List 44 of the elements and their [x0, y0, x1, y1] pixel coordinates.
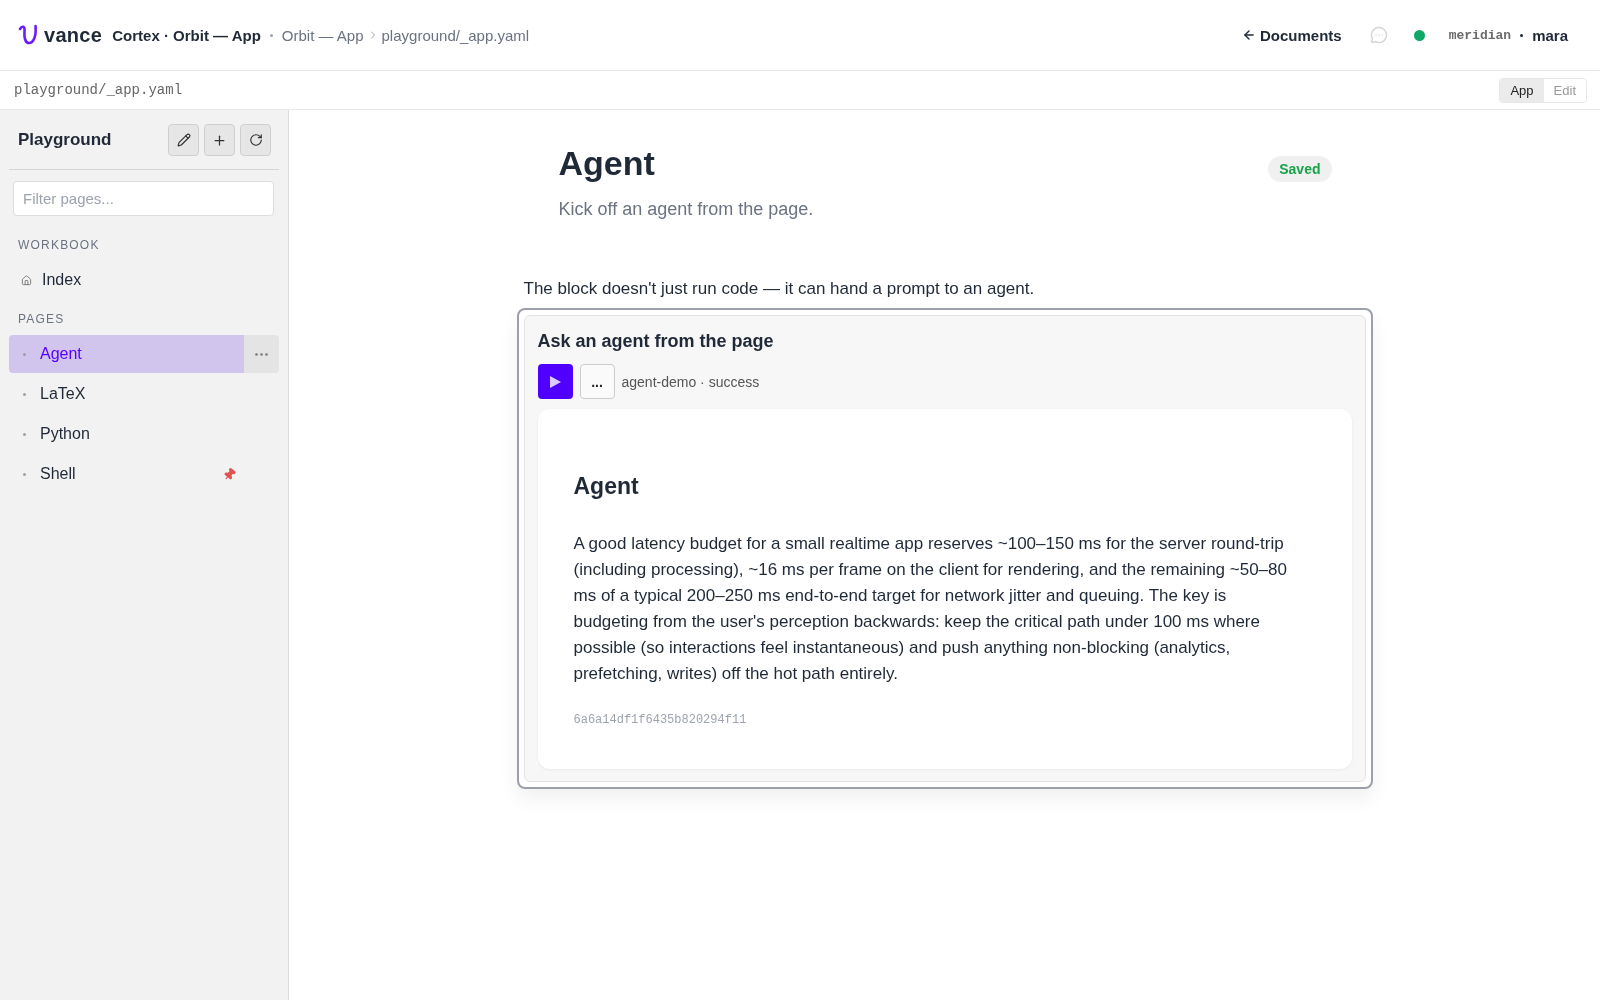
file-path: playground/_app.yaml [14, 82, 183, 98]
logo-text: vance [44, 23, 103, 47]
filter-field[interactable]: Filter pages... [13, 181, 274, 216]
bullet-icon [23, 392, 26, 396]
block-title: Ask an agent from the page [537, 330, 775, 353]
separator-dot-icon [269, 33, 273, 37]
nav-item[interactable]: Shell [9, 455, 244, 493]
options-button[interactable]: ... [579, 364, 615, 399]
refresh-button[interactable] [240, 124, 271, 156]
nav-item[interactable]: LaTeX [9, 375, 244, 413]
page-title: Agent [558, 143, 655, 183]
save-status: Saved [1268, 156, 1332, 182]
breadcrumb-link[interactable]: playground/_app.yaml [381, 26, 530, 44]
sidebar-title: Playground [18, 130, 112, 150]
intro-text: The block doesn't just run code — it can hand a prompt to an agent. [522, 278, 1036, 300]
nav-item[interactable]: Agent [9, 335, 244, 373]
run-status: agent-demo · success [621, 373, 760, 390]
output-hash: 6a6a14df1f6435b820294f11 [573, 712, 748, 728]
separator-dot-icon [1520, 33, 1524, 37]
workspace-name: Cortex · Orbit — App [112, 26, 261, 44]
pencil-icon [176, 133, 191, 147]
refresh-icon [248, 133, 263, 147]
bullet-icon [23, 432, 26, 436]
logo-icon [18, 23, 38, 47]
org-name: meridian [1448, 27, 1512, 43]
section-heading: PAGES [17, 312, 66, 326]
section-heading: WORKBOOK [17, 238, 101, 252]
home-icon [21, 274, 32, 286]
play-icon [549, 375, 561, 388]
nav-item[interactable]: Python [9, 415, 244, 453]
output-heading: Agent [573, 472, 640, 501]
documents-link[interactable]: Documents [1242, 26, 1342, 44]
more-icon [255, 352, 268, 356]
output-text: A good latency budget for a small realtime app reserves ~100–150 ms for the server round-trip (including processing), ~16 ms per frame on the client for rendering, and the remaining ~50–80 ms of a typical 200–250 ms end-to-end target for network jitter and queuing. The key is budgeting from the user's perception backwards: keep the critical path under 100 ms where possible (so interactions feel instantaneous) and push anything non-blocking (analytics, prefetching, writes) off the hot path entirely. [573, 533, 1288, 685]
bullet-icon [23, 472, 26, 476]
plus-icon [212, 132, 227, 148]
mode-tab[interactable]: App [1500, 78, 1544, 102]
bullet-icon [23, 352, 26, 356]
edit-button[interactable] [168, 124, 199, 156]
user-name: mara [1532, 26, 1568, 44]
run-button[interactable] [537, 364, 573, 399]
nav-item[interactable]: Index [9, 261, 244, 299]
breadcrumb-link[interactable]: Orbit — App [281, 26, 364, 44]
page-subtitle: Kick off an agent from the page. [558, 198, 815, 221]
